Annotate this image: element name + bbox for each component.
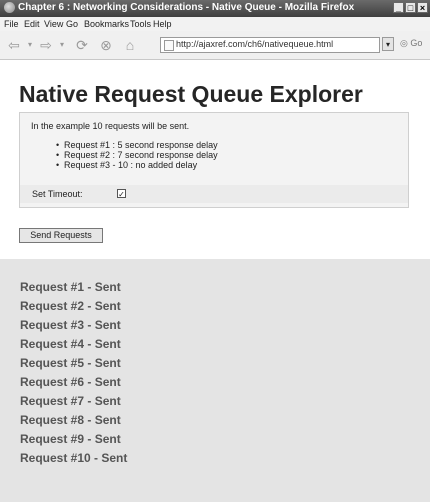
page-icon [164,40,174,51]
go-button[interactable]: ◎ Go [400,38,422,49]
timeout-label: Set Timeout: [32,189,83,199]
window-titlebar: Chapter 6 : Networking Considerations - … [0,0,430,17]
menu-bar: File Edit View Go Bookmarks Tools Help [0,17,430,31]
forward-icon[interactable]: ⇨ [38,38,54,52]
forward-dropdown-icon[interactable]: ▾ [54,38,70,52]
results-area: Request #1 - Sent Request #2 - Sent Requ… [0,259,430,502]
firefox-icon [4,2,15,13]
menu-edit[interactable]: Edit [24,19,40,29]
navigation-toolbar: ⇦ ▾ ⇨ ▾ ⟳ ⊗ ⌂ http://ajaxref.com/ch6/nat… [0,31,430,60]
page-content: Native Request Queue Explorer In the exa… [0,60,430,502]
close-button[interactable]: × [417,2,428,13]
result-item: Request #5 - Sent [20,356,121,370]
stop-icon[interactable]: ⊗ [98,38,114,52]
timeout-checkbox[interactable]: ✓ [117,189,126,199]
result-item: Request #7 - Sent [20,394,121,408]
result-item: Request #9 - Sent [20,432,121,446]
url-dropdown-icon[interactable]: ▾ [382,37,394,51]
result-item: Request #8 - Sent [20,413,121,427]
menu-tools[interactable]: Tools [130,19,151,29]
home-icon[interactable]: ⌂ [122,38,138,52]
timeout-row: Set Timeout: ✓ [20,185,408,203]
maximize-button[interactable]: □ [405,2,416,13]
minimize-button[interactable]: _ [393,2,404,13]
reload-icon[interactable]: ⟳ [74,38,90,52]
back-dropdown-icon[interactable]: ▾ [22,38,38,52]
menu-help[interactable]: Help [153,19,172,29]
list-item: Request #3 - 10 : no added delay [56,160,218,170]
intro-text: In the example 10 requests will be sent. [31,121,190,131]
back-icon[interactable]: ⇦ [6,38,22,52]
list-item: Request #2 : 7 second response delay [56,150,218,160]
url-text: http://ajaxref.com/ch6/nativequeue.html [176,39,334,49]
result-item: Request #3 - Sent [20,318,121,332]
check-icon: ✓ [118,190,125,199]
go-label: Go [410,38,423,48]
menu-file[interactable]: File [4,19,19,29]
menu-view[interactable]: View [44,19,63,29]
window-controls: _ □ × [393,2,428,14]
config-panel: In the example 10 requests will be sent.… [19,112,409,208]
menu-bookmarks[interactable]: Bookmarks [84,19,129,29]
request-list: Request #1 : 5 second response delay Req… [56,140,218,170]
result-item: Request #1 - Sent [20,280,121,294]
url-input[interactable]: http://ajaxref.com/ch6/nativequeue.html [160,37,380,53]
result-item: Request #2 - Sent [20,299,121,313]
list-item: Request #1 : 5 second response delay [56,140,218,150]
result-item: Request #10 - Sent [20,451,128,465]
menu-go[interactable]: Go [66,19,78,29]
send-requests-button[interactable]: Send Requests [19,228,103,243]
result-item: Request #6 - Sent [20,375,121,389]
window-title: Chapter 6 : Networking Considerations - … [18,2,355,13]
page-title: Native Request Queue Explorer [19,81,363,107]
result-item: Request #4 - Sent [20,337,121,351]
